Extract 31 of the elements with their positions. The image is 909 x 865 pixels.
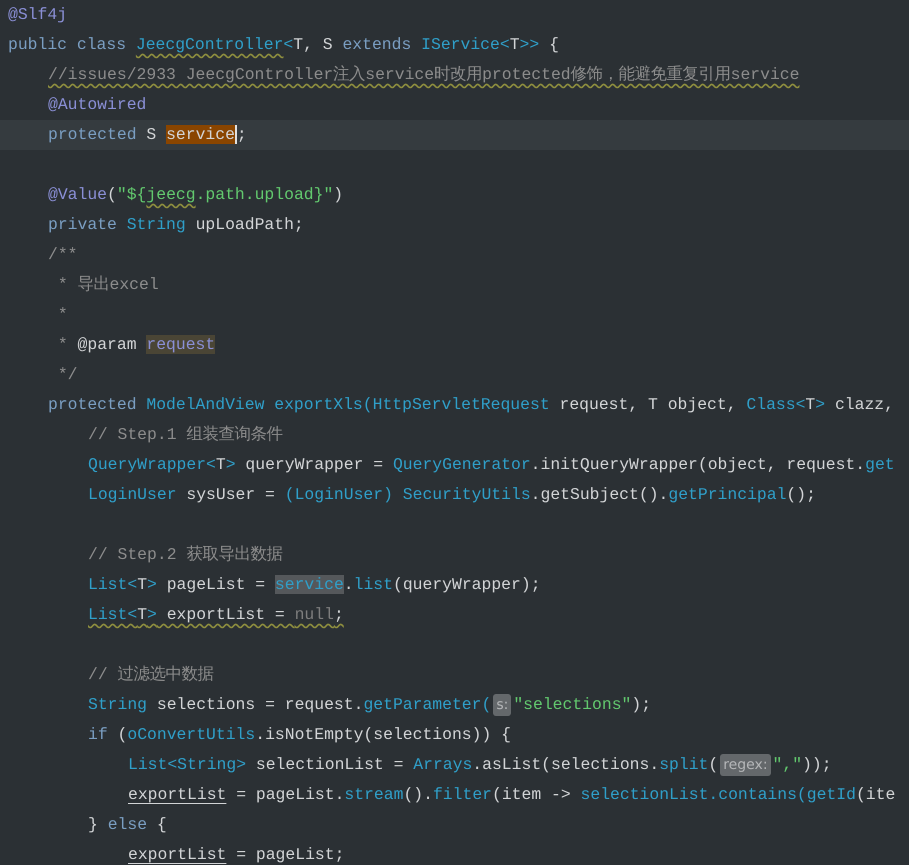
parameter-hint: s: xyxy=(493,694,512,716)
code-text: QueryWrapper<T> queryWrapper = QueryGenerator.initQueryWrapper(object, request.get xyxy=(88,454,895,476)
code-text: protected ModelAndView exportXls(HttpServletRequest request, T object, Class<T> clazz, xyxy=(48,394,894,416)
code-text: @Value("${jeecg.path.upload}") xyxy=(48,184,344,206)
code-text: } else { xyxy=(88,814,167,836)
code-text: /** xyxy=(48,244,78,266)
code-text: if (oConvertUtils.isNotEmpty(selections)) { xyxy=(88,724,511,746)
code-text: String selections = request.getParameter( xyxy=(88,694,492,716)
code-text: ",")); xyxy=(772,754,832,776)
code-text: @Autowired xyxy=(48,94,146,116)
code-text: List<T> exportList = null; xyxy=(88,604,344,626)
code-text: // Step.1 组装查询条件 xyxy=(88,424,282,446)
code-text: // 过滤选中数据 xyxy=(88,664,214,686)
code-text: // Step.2 获取导出数据 xyxy=(88,544,282,566)
code-text: * @param request xyxy=(56,334,216,356)
code-text: private String upLoadPath; xyxy=(48,214,304,236)
code-text: exportList = pageList; xyxy=(128,844,344,865)
code-text: exportList = pageList.stream().filter(item -> selectionList.contains(getId(ite xyxy=(128,784,896,806)
code-text: protected S service; xyxy=(48,124,247,146)
code-text: * xyxy=(56,304,68,326)
code-text: * 导出excel xyxy=(56,274,159,296)
code-text: @Slf4j xyxy=(8,4,68,26)
code-text: */ xyxy=(56,364,78,386)
code-text: public class JeecgController<T, S extends IService<T>> { xyxy=(8,34,559,56)
code-text: List<T> pageList = service.list(queryWrapper); xyxy=(88,574,541,596)
code-editor[interactable] xyxy=(0,0,909,865)
code-text: List<String> selectionList = Arrays.asList(selections.split( xyxy=(128,754,718,776)
code-text: LoginUser sysUser = (LoginUser) SecurityUtils.getSubject().getPrincipal(); xyxy=(88,484,816,506)
parameter-hint: regex: xyxy=(720,754,771,776)
code-text: "selections"); xyxy=(513,694,652,716)
code-text: //issues/2933 JeecgController注入service时改用protected修饰，能避免重复引用service xyxy=(48,64,800,86)
